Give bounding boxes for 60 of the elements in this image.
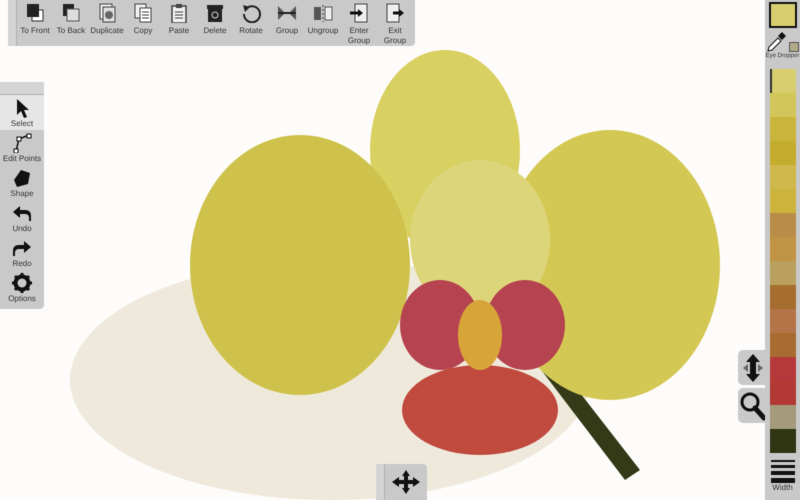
- eyedropper-icon: [766, 30, 788, 52]
- grip-handle[interactable]: [8, 0, 17, 46]
- toolbar-button[interactable]: Group: [269, 0, 305, 46]
- rotate-icon: [241, 3, 261, 23]
- color-swatch[interactable]: [770, 261, 796, 285]
- stacked-squares-icon: [61, 3, 81, 23]
- toolbar-button[interactable]: Rotate: [233, 0, 269, 46]
- color-swatch[interactable]: [770, 141, 796, 165]
- toolbar-button[interactable]: Exit Group: [377, 0, 413, 46]
- group-icon: [277, 3, 297, 23]
- color-swatch[interactable]: [770, 69, 796, 93]
- edit-points-icon: [12, 133, 32, 153]
- move-arrows-icon: [391, 469, 421, 495]
- color-swatch[interactable]: [770, 429, 796, 453]
- color-swatch[interactable]: [770, 405, 796, 429]
- color-swatch[interactable]: [770, 213, 796, 237]
- stacked-squares-icon: [25, 3, 45, 23]
- pan-vertical-button[interactable]: [738, 350, 765, 385]
- redo-icon: [12, 238, 32, 258]
- toolbar-button[interactable]: Paste: [161, 0, 197, 46]
- trash-can-icon: [205, 3, 225, 23]
- enter-arrow-icon: [349, 3, 369, 23]
- tool-button[interactable]: Select: [0, 95, 44, 130]
- undo-icon: [12, 203, 32, 223]
- toolbar-button[interactable]: Copy: [125, 0, 161, 46]
- toolbar-button[interactable]: Delete: [197, 0, 233, 46]
- color-swatch[interactable]: [770, 165, 796, 189]
- toolbar-button[interactable]: Ungroup: [305, 0, 341, 46]
- ungroup-icon: [313, 3, 333, 23]
- zoom-button[interactable]: [738, 388, 765, 423]
- color-swatch[interactable]: [770, 381, 796, 405]
- toolbar-button[interactable]: Duplicate: [89, 0, 125, 46]
- tool-button[interactable]: Edit Points: [0, 130, 44, 165]
- clipboard-icon: [169, 3, 189, 23]
- tool-button[interactable]: Options: [0, 270, 44, 305]
- grip-handle[interactable]: [376, 464, 385, 500]
- duplicate-icon: [97, 3, 117, 23]
- color-swatch[interactable]: [770, 93, 796, 117]
- line-width-icon: [770, 459, 794, 483]
- tool-button[interactable]: Shape: [0, 165, 44, 200]
- color-swatch[interactable]: [770, 357, 796, 381]
- color-swatch[interactable]: [770, 309, 796, 333]
- color-swatch[interactable]: [770, 333, 796, 357]
- color-swatch[interactable]: [770, 237, 796, 261]
- search-icon: [739, 390, 765, 420]
- current-color-swatch[interactable]: [768, 2, 796, 28]
- color-swatch[interactable]: [770, 189, 796, 213]
- pentagon-icon: [12, 168, 32, 188]
- exit-arrow-icon: [385, 3, 405, 23]
- tool-button[interactable]: Undo: [0, 200, 44, 235]
- tool-button[interactable]: Redo: [0, 235, 44, 270]
- toolbar-button[interactable]: To Front: [17, 0, 53, 46]
- copy-icon: [133, 3, 153, 23]
- toolbar-button[interactable]: To Back: [53, 0, 89, 46]
- color-swatch[interactable]: [770, 285, 796, 309]
- width-button[interactable]: Width: [770, 459, 794, 492]
- color-swatch[interactable]: [770, 117, 796, 141]
- settings-icon: [12, 273, 32, 293]
- grip-handle[interactable]: [0, 82, 44, 95]
- toolbar-button[interactable]: Enter Group: [341, 0, 377, 46]
